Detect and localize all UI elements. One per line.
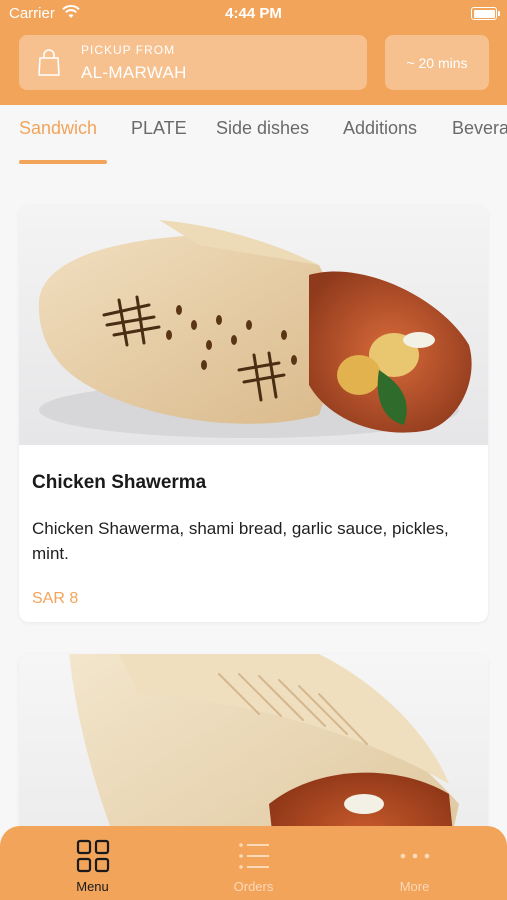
menu-item-card[interactable]: Chicken Shawerma Chicken Shawerma, shami… <box>19 205 488 622</box>
status-bar: Carrier 4:44 PM <box>0 0 507 28</box>
pickup-location: AL-MARWAH <box>81 63 187 82</box>
menu-item-title: Chicken Shawerma <box>32 472 207 493</box>
tab-side-dishes[interactable]: Side dishes <box>216 118 309 139</box>
shopping-bag-icon <box>38 49 60 76</box>
header: Carrier 4:44 PM PICKUP FROM AL-MARWAH ~ … <box>0 0 507 105</box>
nav-orders[interactable]: Orders <box>169 826 338 900</box>
nav-menu-label: Menu <box>76 879 109 894</box>
tab-sandwich[interactable]: Sandwich <box>19 118 97 139</box>
tab-beverages[interactable]: Beverages <box>452 118 507 139</box>
nav-orders-label: Orders <box>233 879 274 894</box>
eta-badge[interactable]: ~ 20 mins <box>385 35 489 90</box>
tab-additions[interactable]: Additions <box>343 118 417 139</box>
menu-item-description: Chicken Shawerma, shami bread, garlic sa… <box>32 519 449 563</box>
pickup-location-selector[interactable]: PICKUP FROM AL-MARWAH <box>19 35 367 90</box>
active-tab-indicator <box>19 160 107 164</box>
nav-more[interactable]: More <box>330 826 499 900</box>
nav-more-label: More <box>399 879 430 894</box>
nav-menu[interactable]: Menu <box>8 826 177 900</box>
pickup-label: PICKUP FROM <box>81 43 176 57</box>
tab-plate[interactable]: PLATE <box>131 118 187 139</box>
category-tabs: Sandwich PLATE Side dishes Additions Bev… <box>0 105 507 167</box>
battery-icon <box>471 7 500 20</box>
chicken-shawerma-image <box>19 205 488 445</box>
more-dots-icon <box>400 853 430 859</box>
menu-item-price: SAR 8 <box>32 590 79 607</box>
list-icon <box>239 843 269 869</box>
bottom-navigation: Menu Orders More <box>0 826 507 900</box>
grid-icon <box>76 839 110 873</box>
clock: 4:44 PM <box>225 5 282 22</box>
